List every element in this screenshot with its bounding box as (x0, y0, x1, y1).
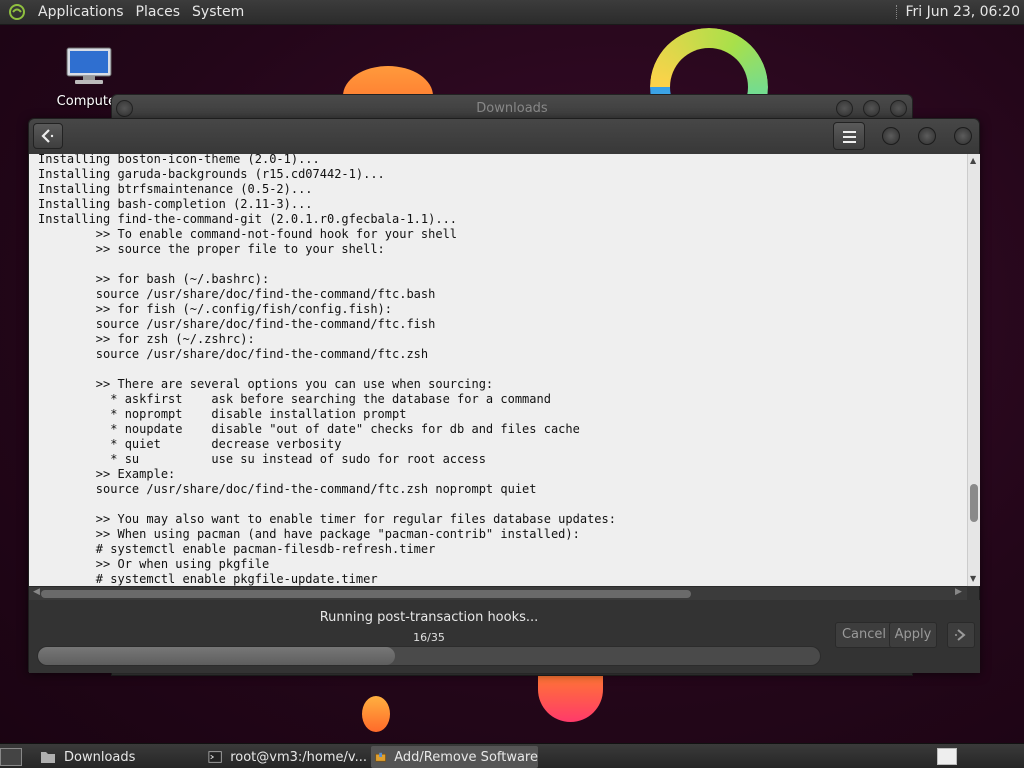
task-label: Add/Remove Software (394, 749, 538, 765)
output-line: >> Example: (38, 467, 176, 481)
package-icon (375, 752, 386, 762)
output-line: Installing btrfsmaintenance (0.5-2)... (38, 182, 313, 196)
output-line: >> You may also want to enable timer for… (38, 512, 616, 526)
progress-count: 16/35 (413, 631, 445, 644)
scrollbar-thumb[interactable] (41, 590, 691, 598)
output-line: >> for fish (~/.config/fish/config.fish)… (38, 302, 393, 316)
hamburger-icon (843, 131, 856, 133)
menu-places[interactable]: Places (130, 4, 187, 20)
chevron-right-icon (955, 629, 966, 641)
output-line: source /usr/share/doc/find-the-command/f… (38, 287, 436, 301)
task-label: Downloads (64, 749, 136, 765)
panel-separator (896, 5, 899, 19)
progress-bar (37, 646, 821, 666)
top-panel: Applications Places System Fri Jun 23, 0… (0, 0, 1024, 25)
workspace-switcher[interactable] (937, 748, 957, 765)
maximize-icon[interactable] (863, 100, 880, 117)
vertical-scrollbar[interactable]: ▲ ▼ (967, 154, 980, 586)
wallpaper-shape (362, 696, 390, 732)
computer-icon (66, 47, 112, 84)
status-area: Running post-transaction hooks... 16/35 … (29, 600, 980, 673)
task-label: root@vm3:/home/v... (230, 749, 367, 765)
next-button[interactable] (947, 622, 975, 648)
output-line: * askfirst ask before searching the data… (38, 392, 551, 406)
output-line: * quiet decrease verbosity (38, 437, 342, 451)
output-line: >> for bash (~/.bashrc): (38, 272, 270, 286)
close-icon[interactable] (890, 100, 907, 117)
task-downloads[interactable]: Downloads (36, 746, 196, 768)
back-arrow-icon (41, 129, 54, 143)
output-line: Installing garuda-backgrounds (r15.cd074… (38, 167, 385, 181)
output-line: >> source the proper file to your shell: (38, 242, 385, 256)
output-line: * noprompt disable installation prompt (38, 407, 407, 421)
task-add-remove-software[interactable]: Add/Remove Software (371, 746, 538, 768)
menu-system[interactable]: System (186, 4, 250, 20)
scroll-right-icon[interactable]: ▶ (955, 587, 962, 597)
output-line: >> When using pacman (and have package "… (38, 527, 580, 541)
task-terminal[interactable]: root@vm3:/home/v... (204, 746, 367, 768)
clock[interactable]: Fri Jun 23, 06:20 (905, 4, 1020, 20)
scroll-left-icon[interactable]: ◀ (33, 587, 40, 597)
scroll-up-icon[interactable]: ▲ (970, 156, 976, 165)
show-desktop-icon[interactable] (0, 748, 22, 766)
output-line: source /usr/share/doc/find-the-command/f… (38, 347, 429, 361)
distro-logo-icon[interactable] (8, 3, 26, 21)
minimize-icon[interactable] (882, 127, 900, 145)
output-line: * noupdate disable "out of date" checks … (38, 422, 580, 436)
menu-applications[interactable]: Applications (32, 4, 130, 20)
output-line: * su use su instead of sudo for root acc… (38, 452, 486, 466)
output-line: Installing find-the-command-git (2.0.1.r… (38, 212, 458, 226)
minimize-icon[interactable] (836, 100, 853, 117)
output-line: # systemctl enable pacman-filesdb-refres… (38, 542, 436, 556)
horizontal-scrollbar[interactable]: ◀ ▶ (29, 586, 967, 600)
terminal-icon (208, 751, 222, 763)
transaction-output[interactable]: Installing boston-icon-theme (2.0-1)... I… (29, 154, 967, 586)
hamburger-menu-button[interactable] (833, 122, 865, 150)
scrollbar-thumb[interactable] (970, 484, 978, 522)
apply-button[interactable]: Apply (889, 622, 937, 648)
window-title: Downloads (476, 101, 548, 116)
progress-fill (38, 647, 396, 665)
scroll-down-icon[interactable]: ▼ (970, 574, 976, 583)
close-icon[interactable] (954, 127, 972, 145)
back-button[interactable] (33, 123, 63, 149)
output-line: Installing bash-completion (2.11-3)... (38, 197, 313, 211)
output-line: >> To enable command-not-found hook for … (38, 227, 458, 241)
output-line: >> Or when using pkgfile (38, 557, 270, 571)
wallpaper-shape (538, 672, 603, 722)
cancel-button[interactable]: Cancel (835, 622, 893, 648)
output-line: source /usr/share/doc/find-the-command/f… (38, 317, 436, 331)
output-line: >> There are several options you can use… (38, 377, 494, 391)
header-bar[interactable] (29, 119, 979, 154)
output-line: # systemctl enable pkgfile-update.timer (38, 572, 378, 586)
output-line: >> for zsh (~/.zshrc): (38, 332, 255, 346)
output-line: Installing boston-icon-theme (2.0-1)... (38, 154, 320, 166)
window-menu-icon[interactable] (116, 100, 133, 117)
add-remove-software-window[interactable]: Installing boston-icon-theme (2.0-1)... I… (28, 118, 980, 673)
maximize-icon[interactable] (918, 127, 936, 145)
bottom-taskbar: Downloads root@vm3:/home/v... Add/Remove… (0, 743, 1024, 768)
output-line: source /usr/share/doc/find-the-command/f… (38, 482, 537, 496)
folder-icon (41, 752, 55, 763)
status-text: Running post-transaction hooks... (319, 610, 539, 625)
